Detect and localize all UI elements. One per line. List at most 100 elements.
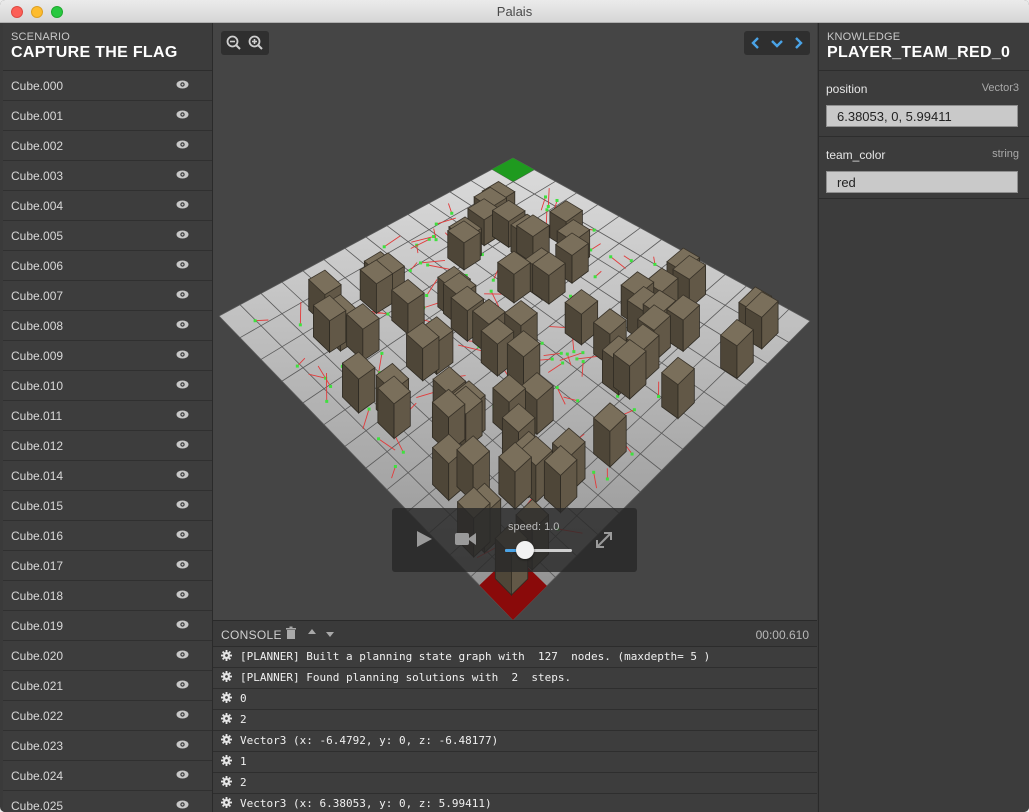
- path-node: [329, 384, 333, 388]
- chevron-right-icon[interactable]: [789, 34, 807, 52]
- team-color-value-field[interactable]: red: [826, 171, 1018, 193]
- position-value-field[interactable]: 6.38053, 0, 5.99411: [826, 105, 1018, 127]
- zoom-in-icon[interactable]: [247, 34, 265, 52]
- console-line-text: Vector3 (x: 6.38053, y: 0, z: 5.99411): [240, 797, 492, 810]
- eye-icon[interactable]: [176, 620, 189, 629]
- list-item[interactable]: Cube.000: [3, 71, 212, 101]
- list-item-label: Cube.017: [11, 559, 64, 573]
- list-item[interactable]: Cube.012: [3, 431, 212, 461]
- eye-icon[interactable]: [176, 290, 189, 299]
- list-item[interactable]: Cube.022: [3, 701, 212, 731]
- 3d-viewport[interactable]: speed: 1.0: [213, 23, 817, 620]
- list-item-label: Cube.000: [11, 79, 64, 93]
- list-item-label: Cube.022: [11, 709, 64, 723]
- list-item[interactable]: Cube.006: [3, 251, 212, 281]
- eye-icon[interactable]: [176, 560, 189, 569]
- list-item-label: Cube.014: [11, 469, 64, 483]
- path-node: [432, 235, 436, 239]
- path-node: [543, 195, 547, 199]
- path-node: [609, 255, 613, 259]
- list-item-label: Cube.008: [11, 319, 64, 333]
- eye-icon[interactable]: [176, 530, 189, 539]
- property-type: string: [992, 148, 1019, 160]
- gear-icon: [221, 713, 232, 724]
- path-node: [419, 261, 423, 265]
- eye-icon[interactable]: [176, 80, 189, 89]
- eye-icon[interactable]: [176, 410, 189, 419]
- list-item[interactable]: Cube.015: [3, 491, 212, 521]
- list-item-label: Cube.012: [11, 439, 64, 453]
- property-name: team_color: [826, 148, 886, 162]
- eye-icon[interactable]: [176, 110, 189, 119]
- list-item-label: Cube.020: [11, 649, 64, 663]
- eye-icon[interactable]: [176, 320, 189, 329]
- caret-up-icon[interactable]: [306, 626, 318, 640]
- chevron-left-icon[interactable]: [747, 34, 765, 52]
- list-item[interactable]: Cube.007: [3, 281, 212, 311]
- console-line: Vector3 (x: 6.38053, y: 0, z: 5.99411): [213, 794, 817, 812]
- path-node: [408, 269, 412, 273]
- console-line: Vector3 (x: -6.4792, y: 0, z: -6.48177): [213, 731, 817, 752]
- list-item[interactable]: Cube.009: [3, 341, 212, 371]
- eye-icon[interactable]: [176, 200, 189, 209]
- list-item[interactable]: Cube.025: [3, 791, 212, 812]
- list-item-label: Cube.001: [11, 109, 64, 123]
- camera-icon[interactable]: [454, 530, 478, 548]
- path-node: [545, 208, 549, 212]
- list-item[interactable]: Cube.008: [3, 311, 212, 341]
- speed-slider[interactable]: [505, 541, 572, 559]
- list-item[interactable]: Cube.020: [3, 641, 212, 671]
- eye-icon[interactable]: [176, 260, 189, 269]
- eye-icon[interactable]: [176, 800, 189, 809]
- console-line-text: 0: [240, 692, 247, 705]
- eye-icon[interactable]: [176, 740, 189, 749]
- eye-icon[interactable]: [176, 650, 189, 659]
- path-node: [561, 361, 565, 365]
- list-item[interactable]: Cube.010: [3, 371, 212, 401]
- path-node: [657, 394, 661, 398]
- speed-slider-handle[interactable]: [516, 541, 535, 559]
- console-line: 0: [213, 689, 817, 710]
- play-icon[interactable]: [414, 529, 434, 549]
- list-item[interactable]: Cube.003: [3, 161, 212, 191]
- list-item[interactable]: Cube.011: [3, 401, 212, 431]
- eye-icon[interactable]: [176, 230, 189, 239]
- list-item-label: Cube.007: [11, 289, 64, 303]
- eye-icon[interactable]: [176, 170, 189, 179]
- list-item[interactable]: Cube.018: [3, 581, 212, 611]
- list-item[interactable]: Cube.001: [3, 101, 212, 131]
- eye-icon[interactable]: [176, 770, 189, 779]
- list-item[interactable]: Cube.023: [3, 731, 212, 761]
- eye-icon[interactable]: [176, 680, 189, 689]
- trash-icon[interactable]: [285, 626, 297, 640]
- eye-icon[interactable]: [176, 590, 189, 599]
- eye-icon[interactable]: [176, 350, 189, 359]
- eye-icon[interactable]: [176, 140, 189, 149]
- path-node: [593, 275, 597, 279]
- path-node: [605, 477, 609, 481]
- eye-icon[interactable]: [176, 710, 189, 719]
- list-item[interactable]: Cube.019: [3, 611, 212, 641]
- path-node: [380, 351, 384, 355]
- list-item[interactable]: Cube.021: [3, 671, 212, 701]
- eye-icon[interactable]: [176, 470, 189, 479]
- path-node: [546, 204, 550, 208]
- eye-icon[interactable]: [176, 440, 189, 449]
- list-item[interactable]: Cube.002: [3, 131, 212, 161]
- list-item[interactable]: Cube.004: [3, 191, 212, 221]
- list-item[interactable]: Cube.024: [3, 761, 212, 791]
- chevron-down-icon[interactable]: [768, 34, 786, 52]
- console-line: 2: [213, 710, 817, 731]
- eye-icon[interactable]: [176, 500, 189, 509]
- path-node: [386, 312, 390, 316]
- list-item[interactable]: Cube.017: [3, 551, 212, 581]
- list-item[interactable]: Cube.016: [3, 521, 212, 551]
- zoom-out-icon[interactable]: [225, 34, 243, 52]
- console-line: [PLANNER] Built a planning state graph w…: [213, 647, 817, 668]
- list-item[interactable]: Cube.014: [3, 461, 212, 491]
- caret-down-icon[interactable]: [324, 626, 336, 640]
- expand-icon[interactable]: [593, 529, 615, 551]
- path-node: [540, 341, 544, 345]
- list-item[interactable]: Cube.005: [3, 221, 212, 251]
- eye-icon[interactable]: [176, 380, 189, 389]
